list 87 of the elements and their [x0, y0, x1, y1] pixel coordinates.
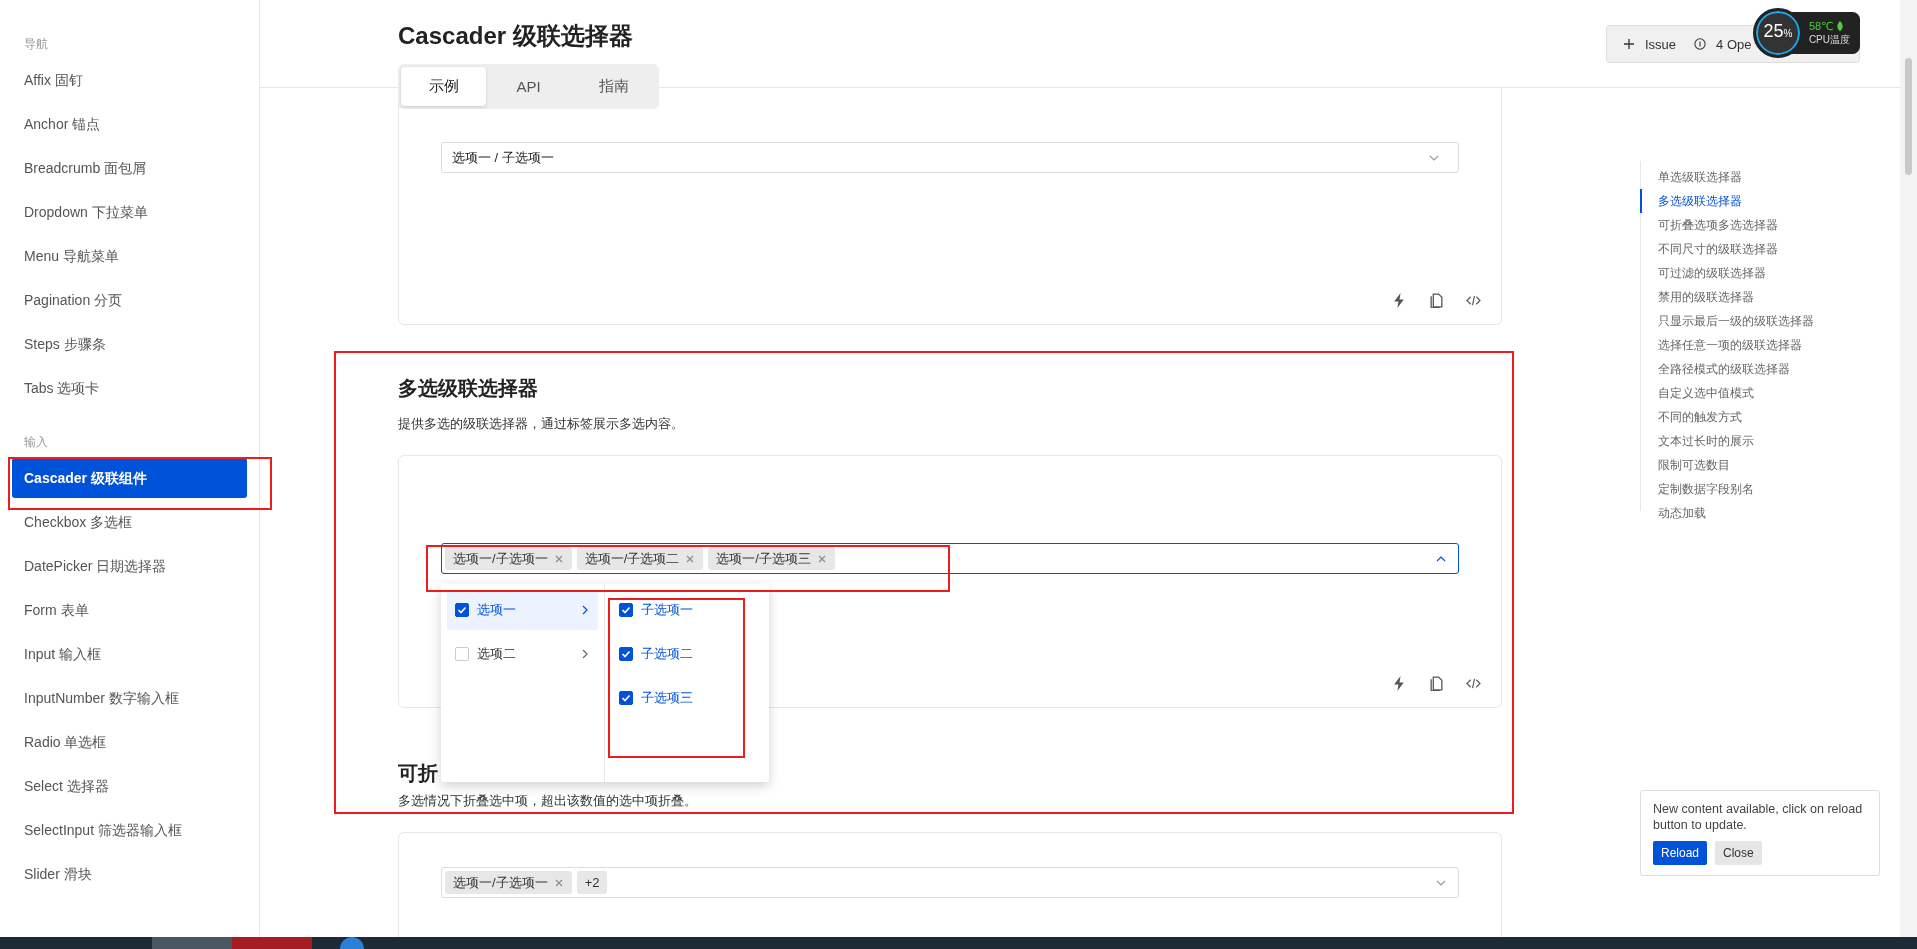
checkbox[interactable] — [619, 691, 633, 705]
group-title: 导航 — [23, 36, 49, 53]
tag: 选项一/子选项三 — [708, 547, 835, 570]
sidebar-item[interactable]: SelectInput 筛选器输入框 — [12, 810, 247, 850]
sidebar-item[interactable]: Slider 滑块 — [12, 854, 247, 894]
close-icon[interactable] — [553, 553, 564, 564]
tab[interactable]: 指南 — [571, 67, 656, 106]
close-icon[interactable] — [685, 553, 696, 564]
check-icon — [620, 648, 632, 660]
toc-link[interactable]: 选择任意一项的级联选择器 — [1640, 333, 1814, 357]
section-description: 多选情况下折叠选中项，超出该数值的选中项折叠。 — [398, 792, 698, 810]
tag: 选项一/子选项二 — [576, 547, 704, 570]
cascader-option[interactable]: 子选项二 — [611, 634, 763, 674]
plus-icon — [1623, 38, 1635, 50]
toc-link[interactable]: 定制数据字段别名 — [1640, 477, 1814, 501]
toc-link[interactable]: 不同尺寸的级联选择器 — [1640, 237, 1814, 261]
lightning-icon[interactable] — [1392, 293, 1407, 308]
leaf-icon — [1836, 20, 1845, 32]
copy-icon[interactable] — [1429, 676, 1444, 691]
cpu-gauge: 25% — [1752, 8, 1803, 58]
toc-link[interactable]: 全路径模式的级联选择器 — [1640, 357, 1814, 381]
section-description: 提供多选的级联选择器，通过标签展示多选内容。 — [398, 415, 685, 433]
sidebar-item[interactable]: Anchor 锚点 — [12, 104, 247, 144]
code-icon[interactable] — [1466, 676, 1481, 691]
checkbox[interactable] — [619, 647, 633, 661]
page-title: Cascader 级联选择器 — [398, 21, 633, 51]
sidebar-item[interactable]: Affix 固钉 — [12, 60, 247, 100]
temperature: 58℃ — [1808, 19, 1834, 33]
copy-icon[interactable] — [1429, 293, 1444, 308]
cascader-option[interactable]: 选项二 — [447, 634, 598, 674]
more-count-tag: +2 — [576, 871, 608, 894]
toc-link[interactable]: 动态加载 — [1640, 501, 1814, 525]
check-icon — [620, 604, 632, 616]
sidebar-item[interactable]: Form 表单 — [12, 590, 247, 630]
toc-link[interactable]: 单选级联选择器 — [1640, 165, 1814, 189]
sidebar-item[interactable]: Menu 导航菜单 — [12, 236, 247, 276]
toc-link[interactable]: 禁用的级联选择器 — [1640, 285, 1814, 309]
group-title: 输入 — [23, 434, 49, 451]
sidebar-item[interactable]: Breadcrumb 面包屑 — [12, 148, 247, 188]
close-icon[interactable] — [553, 877, 564, 888]
check-icon — [456, 604, 468, 616]
tag: 选项一/子选项一 — [445, 871, 572, 894]
scrollbar-thumb[interactable] — [1905, 58, 1912, 175]
cascader-option[interactable]: 选项一 — [447, 590, 598, 630]
toc-link[interactable]: 自定义选中值模式 — [1640, 381, 1814, 405]
sidebar-item[interactable]: Tabs 选项卡 — [12, 368, 247, 408]
info-icon — [1694, 38, 1707, 50]
notification-button[interactable]: Close — [1715, 841, 1762, 865]
toc-link[interactable]: 多选级联选择器 — [1640, 189, 1814, 213]
notification-button[interactable]: Reload — [1653, 841, 1708, 865]
tag: 选项一/子选项一 — [445, 547, 572, 570]
sidebar-item[interactable]: InputNumber 数字输入框 — [12, 678, 247, 718]
tab[interactable]: 示例 — [401, 67, 486, 106]
toc-link[interactable]: 可过滤的级联选择器 — [1640, 261, 1814, 285]
sidebar-item[interactable]: Cascader 级联组件 — [12, 458, 247, 498]
section-title: 多选级联选择器 — [398, 376, 539, 401]
lightning-icon[interactable] — [1392, 676, 1407, 691]
checkbox[interactable] — [455, 603, 469, 617]
close-icon[interactable] — [816, 553, 827, 564]
cascader-select[interactable]: 选项一 / 子选项一 — [441, 142, 1459, 173]
cascader-select[interactable]: 选项一/子选项一 选项一/子选项二 选项一/子选项三 — [441, 543, 1459, 574]
toc-link[interactable]: 只显示最后一级的级联选择器 — [1640, 309, 1814, 333]
sidebar-item[interactable]: Select 选择器 — [12, 766, 247, 806]
toc-link[interactable]: 可折叠选项多选选择器 — [1640, 213, 1814, 237]
notification-message: New content available, click on reload button to update. — [1653, 801, 1864, 833]
scrollbar[interactable] — [1900, 0, 1917, 937]
sidebar-item[interactable]: DatePicker 日期选择器 — [12, 546, 247, 586]
sidebar-item[interactable]: Input 输入框 — [12, 634, 247, 674]
cascader-option[interactable]: 子选项三 — [611, 678, 763, 718]
sidebar-item[interactable]: Radio 单选框 — [12, 722, 247, 762]
sidebar-item[interactable]: Dropdown 下拉菜单 — [12, 192, 247, 232]
sidebar-item[interactable]: Pagination 分页 — [12, 280, 247, 320]
tab[interactable]: API — [486, 67, 571, 106]
sidebar-item[interactable]: Checkbox 多选框 — [12, 502, 247, 542]
cascader-option[interactable]: 子选项一 — [611, 590, 763, 630]
toc-link[interactable]: 文本过长时的展示 — [1640, 429, 1814, 453]
taskbar-app-icon[interactable] — [340, 937, 364, 949]
cascader-select[interactable]: 选项一/子选项一 +2 — [441, 867, 1459, 898]
check-icon — [620, 692, 632, 704]
section-title: 可折 — [398, 761, 439, 786]
sidebar-item[interactable]: Steps 步骤条 — [12, 324, 247, 364]
checkbox[interactable] — [619, 603, 633, 617]
toc-link[interactable]: 限制可选数目 — [1640, 453, 1814, 477]
issue-button[interactable]: Issue — [1619, 36, 1681, 52]
toc-link[interactable]: 不同的触发方式 — [1640, 405, 1814, 429]
code-icon[interactable] — [1466, 293, 1481, 308]
cpu-label: CPU温度 — [1808, 32, 1850, 47]
